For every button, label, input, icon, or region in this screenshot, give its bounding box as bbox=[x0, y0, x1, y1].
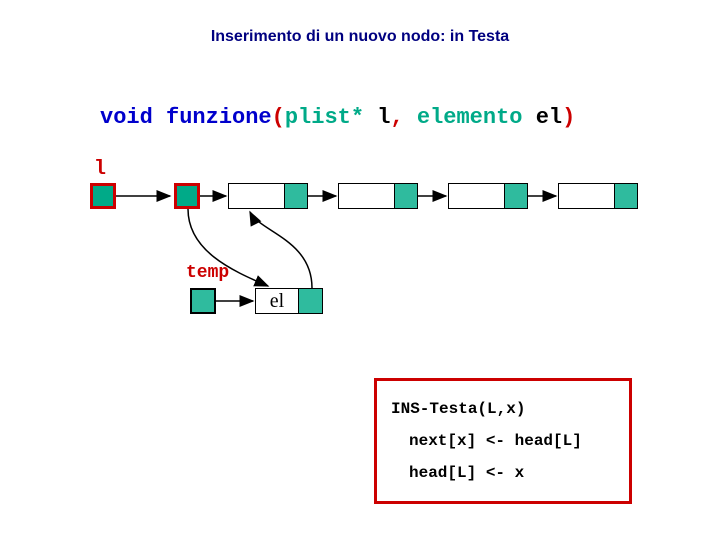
pointer-l-box bbox=[90, 183, 116, 209]
pseudocode-box: INS-Testa(L,x) next[x] <- head[L] head[L… bbox=[374, 378, 632, 504]
pseudo-line-2: next[x] <- head[L] bbox=[391, 425, 615, 457]
label-l: l bbox=[94, 158, 106, 181]
new-node-el: el bbox=[255, 288, 323, 314]
list-node-3 bbox=[448, 183, 528, 209]
type-elemento: elemento bbox=[417, 105, 523, 130]
list-node-4 bbox=[558, 183, 638, 209]
pseudo-line-3: head[L] <- x bbox=[391, 457, 615, 489]
pointer-head-box bbox=[174, 183, 200, 209]
paren-close: ) bbox=[562, 105, 575, 130]
pseudo-line-1: INS-Testa(L,x) bbox=[391, 393, 615, 425]
list-node-1 bbox=[228, 183, 308, 209]
comma: , bbox=[390, 105, 403, 130]
function-name: funzione bbox=[166, 105, 272, 130]
new-node-data: el bbox=[256, 289, 299, 313]
function-signature: void funzione(plist* l, elemento el) bbox=[100, 105, 575, 130]
slide-title: Inserimento di un nuovo nodo: in Testa bbox=[0, 28, 720, 46]
label-temp: temp bbox=[186, 263, 229, 283]
keyword-void: void bbox=[100, 105, 153, 130]
paren-open: ( bbox=[272, 105, 285, 130]
pointer-temp-box bbox=[190, 288, 216, 314]
arg-el: el bbox=[536, 105, 562, 130]
new-node-next bbox=[299, 289, 322, 313]
arg-l: l bbox=[377, 105, 390, 130]
list-node-2 bbox=[338, 183, 418, 209]
type-plist: plist* bbox=[285, 105, 364, 130]
